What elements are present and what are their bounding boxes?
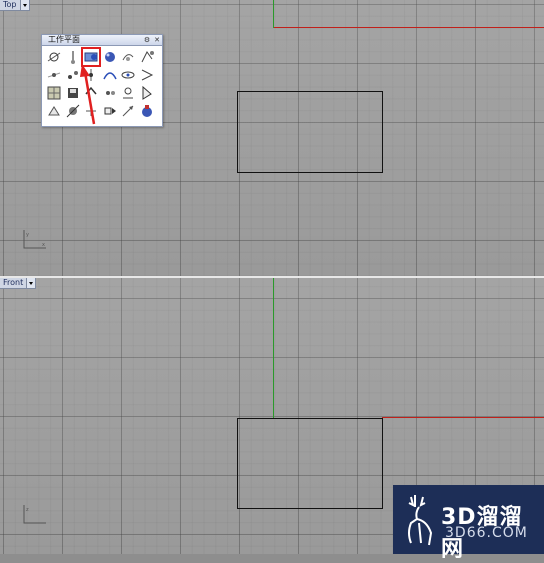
svg-text:x: x — [42, 242, 45, 248]
cplane-surface-icon[interactable] — [46, 103, 62, 119]
rectangle-object[interactable] — [237, 91, 383, 173]
cplane-perpendicular-icon[interactable] — [139, 67, 155, 83]
cplane-next-icon[interactable] — [102, 85, 118, 101]
cplane-origin-icon[interactable] — [46, 49, 62, 65]
z-axis-line — [273, 278, 274, 418]
cplane-top-icon[interactable] — [46, 85, 62, 101]
cplane-named-icon[interactable] — [120, 85, 136, 101]
close-icon[interactable]: ✕ — [153, 36, 161, 44]
chevron-down-icon[interactable] — [26, 278, 36, 288]
viewport-label: Front — [3, 278, 24, 287]
watermark-url: 3D66.COM — [445, 525, 528, 541]
toolbar-titlebar[interactable]: 工作平面 ⚙ ✕ — [42, 35, 162, 46]
x-axis-line — [274, 27, 544, 28]
axis-indicator-icon: z — [23, 505, 46, 524]
cplane-ball-icon[interactable] — [139, 103, 155, 119]
cplane-arrow-icon[interactable] — [120, 103, 136, 119]
viewport-title-front[interactable]: Front — [0, 278, 37, 289]
cplane-shift-icon[interactable] — [102, 103, 118, 119]
watermark-logo: 3D溜溜网 3D66.COM — [393, 485, 544, 562]
gear-icon[interactable]: ⚙ — [143, 36, 151, 44]
cplane-sphere-icon[interactable] — [102, 49, 118, 65]
chevron-down-icon[interactable] — [19, 0, 29, 10]
deer-logo-icon — [408, 495, 433, 546]
rectangle-object[interactable] — [237, 418, 383, 509]
cplane-curve-icon[interactable] — [102, 67, 118, 83]
svg-text:y: y — [26, 232, 29, 238]
annotation-arrow — [80, 64, 96, 125]
cplane-3point-icon[interactable] — [139, 49, 155, 65]
viewport-label: Top — [3, 0, 17, 9]
toolbar-title: 工作平面 — [48, 35, 80, 44]
cplane-toolbar[interactable]: 工作平面 ⚙ ✕ — [41, 34, 163, 127]
cplane-view-icon[interactable] — [120, 67, 136, 83]
cplane-cursor-icon[interactable] — [139, 85, 155, 101]
cplane-x-axis-icon[interactable] — [46, 67, 62, 83]
cplane-rotate-icon[interactable] — [120, 49, 136, 65]
y-axis-line — [273, 0, 274, 28]
axis-indicator-icon: y x — [23, 230, 46, 249]
viewport-title-top[interactable]: Top — [0, 0, 30, 11]
svg-text:z: z — [26, 507, 29, 513]
x-axis-line — [382, 417, 544, 418]
